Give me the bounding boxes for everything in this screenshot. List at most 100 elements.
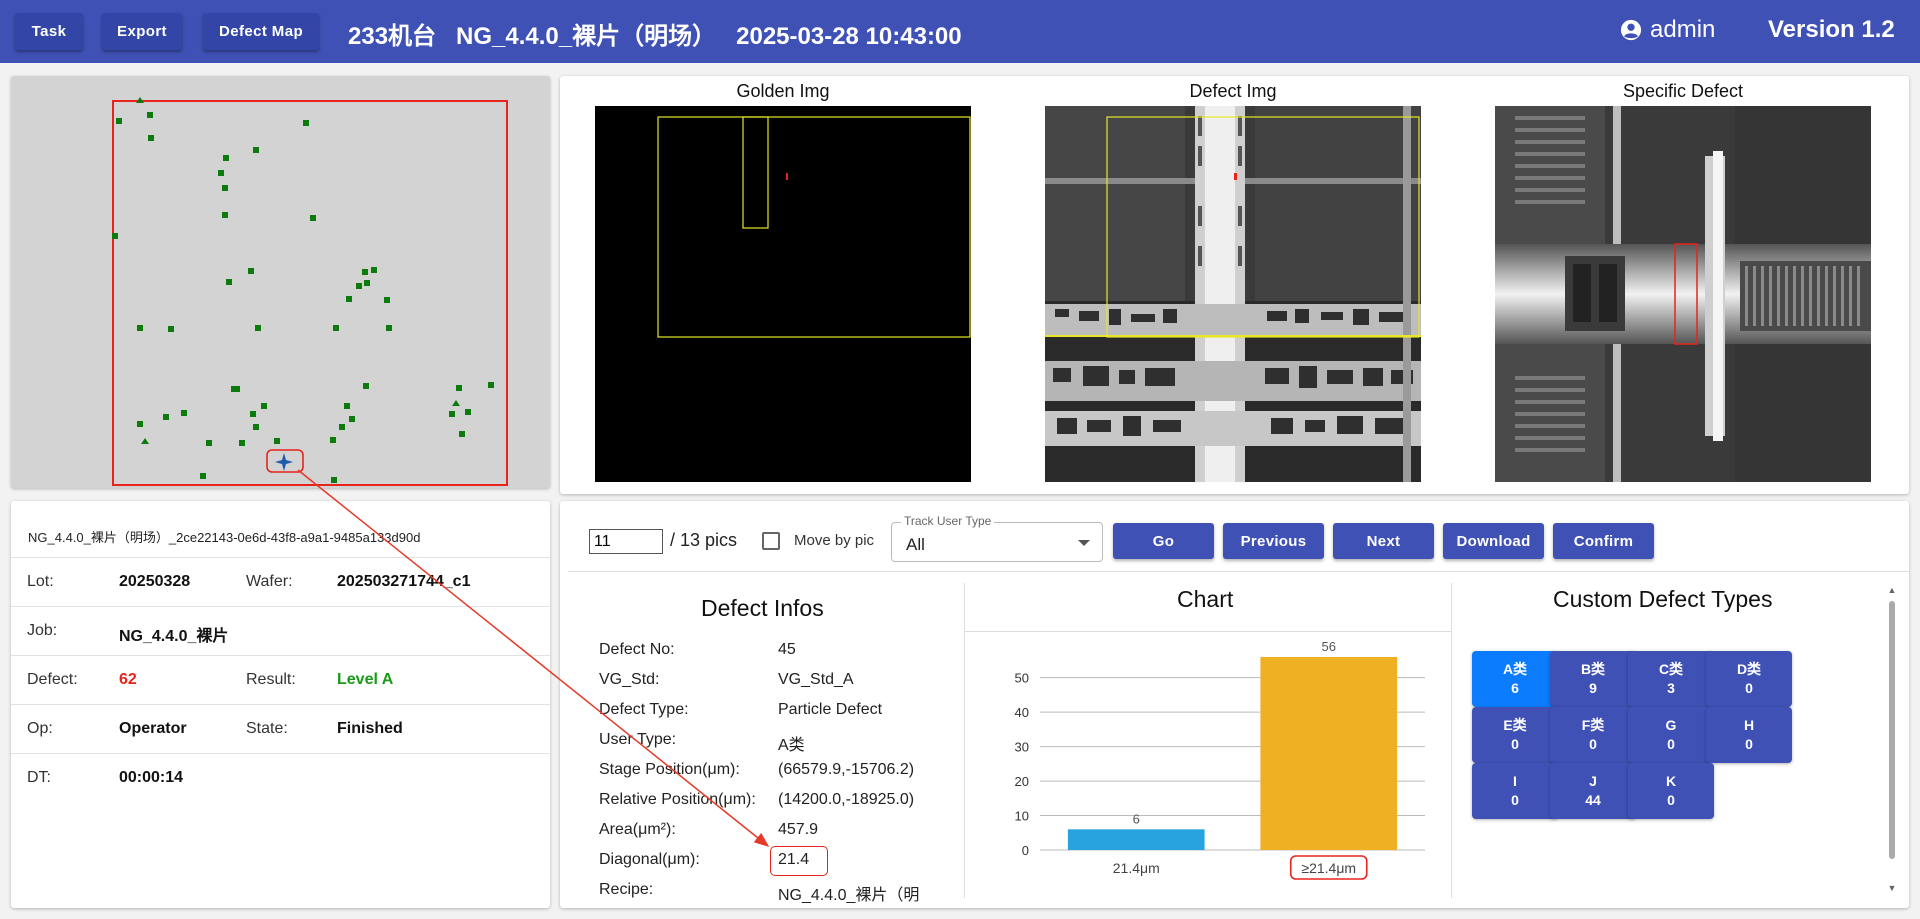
wafer-die[interactable]: [226, 279, 232, 285]
wafer-die[interactable]: [239, 440, 245, 446]
defect-image[interactable]: [1045, 106, 1421, 482]
wafer-die[interactable]: [363, 383, 369, 389]
wafer-die[interactable]: [163, 414, 169, 420]
wafer-die[interactable]: [303, 120, 309, 126]
wafer-die[interactable]: [362, 269, 368, 275]
wafer-die[interactable]: [339, 424, 345, 430]
wafer-die[interactable]: [465, 409, 471, 415]
wafer-die[interactable]: [250, 411, 256, 417]
next-button[interactable]: Next: [1333, 523, 1434, 559]
wafer-die[interactable]: [344, 403, 350, 409]
wafer-die[interactable]: [449, 411, 455, 417]
chart-bar[interactable]: [1260, 657, 1398, 850]
wafer-die[interactable]: [349, 416, 355, 422]
wafer-die[interactable]: [274, 438, 280, 444]
export-button[interactable]: Export: [102, 13, 182, 50]
golden-image[interactable]: [595, 106, 971, 482]
scroll-down-icon[interactable]: ▼: [1887, 883, 1897, 893]
defect-type-button[interactable]: E类 0: [1472, 707, 1558, 763]
defect-type-button[interactable]: A类 6: [1472, 651, 1558, 707]
defect-type-button[interactable]: B类 9: [1550, 651, 1636, 707]
defect-type-count: 0: [1667, 792, 1675, 808]
defect-info-value: A类: [778, 737, 805, 754]
defect-type-button[interactable]: J 44: [1550, 763, 1636, 819]
track-user-type-select[interactable]: Track User Type All: [891, 514, 1103, 562]
wafer-die[interactable]: [222, 212, 228, 218]
wafer-die[interactable]: [148, 135, 154, 141]
wafer-die[interactable]: [141, 438, 149, 444]
defect-map-button[interactable]: Defect Map: [203, 13, 319, 50]
defect-type-button[interactable]: D类 0: [1706, 651, 1792, 707]
lot-value: 20250328: [119, 573, 191, 590]
version-label: Version 1.2: [1768, 16, 1895, 43]
chart-bar[interactable]: [1067, 829, 1205, 850]
scrollbar-thumb[interactable]: [1889, 601, 1895, 859]
defect-type-button[interactable]: K0: [1628, 763, 1714, 819]
defect-info-value: (66579.9,-15706.2): [778, 761, 915, 778]
defect-info-label: Stage Position(μm):: [599, 761, 740, 778]
wafer-die[interactable]: [364, 280, 370, 286]
wafer-die[interactable]: [223, 155, 229, 161]
go-button[interactable]: Go: [1113, 523, 1214, 559]
wafer-die[interactable]: [248, 268, 254, 274]
user-name: admin: [1650, 16, 1716, 43]
wafer-die[interactable]: [330, 437, 336, 443]
wafer-die[interactable]: [452, 400, 460, 406]
wafer-die[interactable]: [168, 326, 174, 332]
wafer-die[interactable]: [112, 233, 118, 239]
user-menu[interactable]: admin: [1620, 16, 1715, 44]
wafer-die[interactable]: [253, 424, 259, 430]
wafer-die[interactable]: [206, 440, 212, 446]
defect-type-count: 6: [1511, 680, 1519, 696]
scrollbar[interactable]: ▲ ▼: [1887, 585, 1897, 895]
scroll-up-icon[interactable]: ▲: [1887, 585, 1897, 595]
page-title: 233机台 NG_4.4.0_裸片（明场） 2025-03-28 10:43:0…: [348, 23, 962, 50]
y-tick-label: 40: [1015, 705, 1029, 720]
wafer-die[interactable]: [181, 410, 187, 416]
wafer-die[interactable]: [116, 118, 122, 124]
wafer-die[interactable]: [456, 385, 462, 391]
task-button[interactable]: Task: [15, 13, 83, 50]
wafer-die[interactable]: [488, 382, 494, 388]
defect-info-label: Area(μm²):: [599, 821, 676, 838]
defect-type-button[interactable]: I0: [1472, 763, 1558, 819]
wafer-die[interactable]: [200, 473, 206, 479]
wafer-die[interactable]: [137, 325, 143, 331]
specific-defect-image[interactable]: [1495, 106, 1871, 482]
defect-type-button[interactable]: H0: [1706, 707, 1792, 763]
download-button[interactable]: Download: [1443, 523, 1544, 559]
wafer-die[interactable]: [356, 283, 362, 289]
wafer-die[interactable]: [346, 296, 352, 302]
lot-label: Lot:: [27, 573, 54, 590]
wafer-die[interactable]: [253, 147, 259, 153]
wafer-die[interactable]: [255, 325, 261, 331]
defect-type-button[interactable]: F类 0: [1550, 707, 1636, 763]
wafer-die[interactable]: [331, 477, 337, 483]
pic-index-input[interactable]: [589, 529, 663, 554]
previous-button[interactable]: Previous: [1223, 523, 1324, 559]
wafer-die[interactable]: [333, 325, 339, 331]
wafer-die[interactable]: [137, 421, 143, 427]
y-tick-label: 10: [1015, 809, 1029, 824]
defect-type-count: 9: [1589, 680, 1597, 696]
wafer-die[interactable]: [218, 170, 224, 176]
wafer-map-panel[interactable]: [11, 76, 550, 488]
defect-type-button[interactable]: C类 3: [1628, 651, 1714, 707]
defect-type-name: H: [1743, 717, 1755, 733]
wafer-die[interactable]: [371, 267, 377, 273]
wafer-die[interactable]: [459, 431, 465, 437]
defect-type-button[interactable]: G0: [1628, 707, 1714, 763]
wafer-die[interactable]: [310, 215, 316, 221]
confirm-button[interactable]: Confirm: [1553, 523, 1654, 559]
wafer-die[interactable]: [222, 185, 228, 191]
wafer-map[interactable]: [11, 76, 550, 488]
wafer-die[interactable]: [384, 297, 390, 303]
wafer-die[interactable]: [386, 325, 392, 331]
defect-infos-title: Defect Infos: [701, 595, 824, 621]
wafer-die[interactable]: [234, 386, 240, 392]
selected-defect-star-icon[interactable]: [275, 453, 293, 471]
defect-type-name: J: [1589, 773, 1597, 789]
wafer-die[interactable]: [261, 403, 267, 409]
wafer-die[interactable]: [147, 112, 153, 118]
move-by-pic-checkbox[interactable]: [762, 532, 780, 550]
